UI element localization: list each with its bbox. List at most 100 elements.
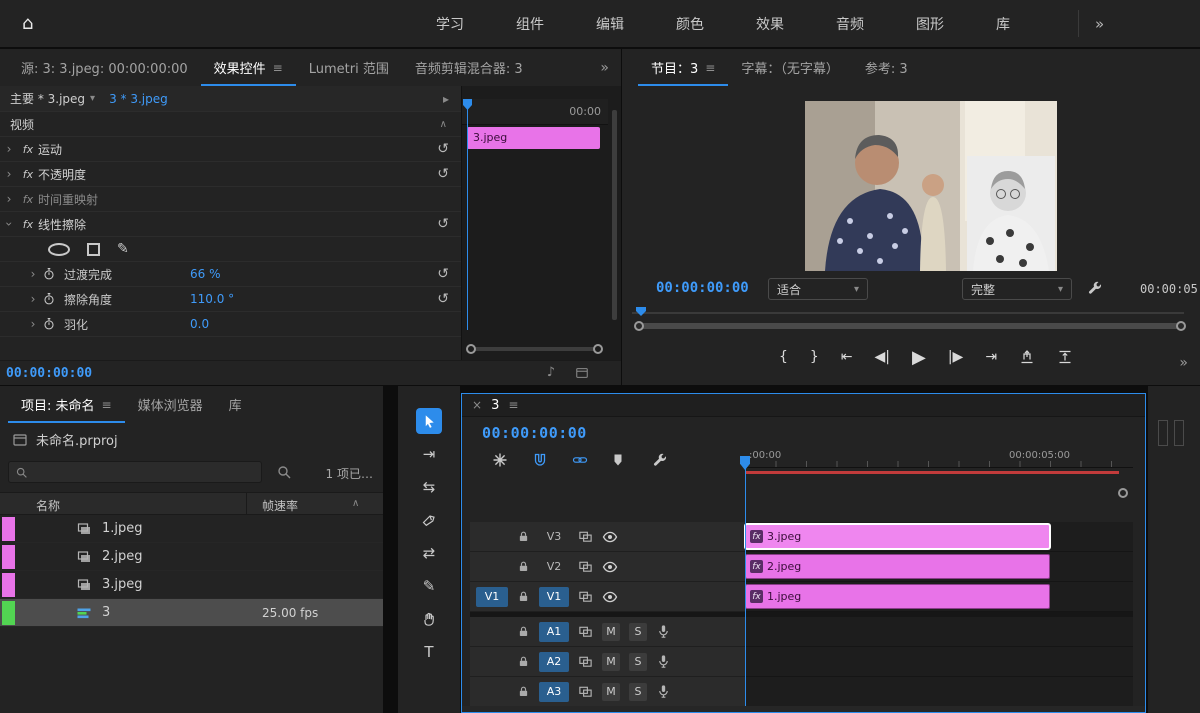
timeline-vscroll-handle[interactable] [1118, 488, 1128, 498]
linked-selection-icon[interactable] [572, 452, 588, 468]
sync-lock-icon[interactable] [578, 624, 593, 639]
scrollbar-track[interactable] [470, 347, 599, 351]
mute-button[interactable]: M [602, 653, 620, 671]
export-frame-icon[interactable] [575, 366, 589, 380]
column-name[interactable]: 名称 [36, 497, 60, 514]
source-patch-empty[interactable] [476, 652, 508, 672]
column-framerate[interactable]: 帧速率 [262, 497, 298, 514]
track-select-v1[interactable]: V1 [539, 587, 569, 607]
chevron-right-icon[interactable]: › [24, 267, 42, 281]
timeline-tab-label[interactable]: 3 [491, 398, 499, 413]
chevron-right-icon[interactable]: › [0, 167, 18, 181]
snap-magnet-icon[interactable] [532, 452, 548, 468]
rect-mask-icon[interactable] [87, 243, 100, 256]
project-row-3jpeg[interactable]: 3.jpeg [0, 571, 383, 599]
extract-button[interactable] [1057, 349, 1073, 365]
panel-menu-icon[interactable]: ≡ [273, 61, 283, 75]
zoom-handle-left[interactable] [634, 321, 644, 331]
effect-row-time-remap[interactable]: › fx 时间重映射 [0, 187, 461, 212]
sync-lock-icon[interactable] [578, 559, 593, 574]
timeline-timecode[interactable]: 00:00:00:00 [482, 424, 587, 442]
zoom-level-select[interactable]: 适合 ▾ [768, 278, 868, 300]
eye-icon[interactable] [602, 559, 618, 575]
track-select-v2[interactable]: V2 [539, 557, 569, 577]
mic-icon[interactable] [656, 624, 671, 639]
label-color-swatch[interactable] [2, 601, 15, 625]
pen-tool[interactable]: ✎ [416, 573, 442, 599]
mute-button[interactable]: M [602, 683, 620, 701]
label-color-swatch[interactable] [2, 517, 15, 541]
play-button[interactable]: ▶ [912, 347, 926, 368]
master-clip-label[interactable]: 主要 * 3.jpeg [10, 90, 85, 107]
play-audio-icon[interactable]: ♪ [547, 365, 555, 380]
solo-button[interactable]: S [629, 623, 647, 641]
track-select-a1[interactable]: A1 [539, 622, 569, 642]
track-content-v2[interactable]: fx 2.jpeg [745, 552, 1133, 582]
workspace-graphics[interactable]: 图形 [890, 14, 970, 34]
mini-vertical-scrollbar[interactable] [612, 110, 617, 320]
lock-icon[interactable] [517, 560, 530, 573]
sync-lock-icon[interactable] [578, 654, 593, 669]
clip-1jpeg[interactable]: fx 1.jpeg [745, 584, 1050, 609]
lock-icon[interactable] [517, 625, 530, 638]
panel-menu-icon[interactable]: ≡ [102, 398, 112, 412]
add-marker-icon[interactable] [610, 452, 626, 468]
source-patch-empty[interactable] [476, 557, 508, 577]
search-bin-icon[interactable] [276, 464, 292, 480]
type-tool[interactable]: T [416, 639, 442, 665]
playhead-line[interactable] [745, 468, 746, 706]
hand-tool[interactable] [416, 606, 442, 632]
tab-media-browser[interactable]: 媒体浏览器 [125, 386, 216, 423]
selection-tool[interactable] [416, 408, 442, 434]
track-header-a3[interactable]: A3 M S [470, 677, 745, 707]
transport-overflow-icon[interactable]: » [1179, 355, 1188, 371]
track-header-a2[interactable]: A2 M S [470, 647, 745, 677]
scrubber-track[interactable] [632, 312, 1184, 314]
collapse-icon[interactable]: ∧ [440, 119, 447, 130]
param-row-wipe-angle[interactable]: › 擦除角度 110.0 ° ↺ [0, 287, 461, 312]
tab-lumetri-scopes[interactable]: Lumetri 范围 [296, 49, 402, 86]
mark-in-button[interactable]: { [779, 349, 788, 365]
slip-tool[interactable]: ⇄ [416, 540, 442, 566]
project-row-sequence-3[interactable]: 3 25.00 fps [0, 599, 383, 627]
clip-2jpeg[interactable]: fx 2.jpeg [745, 554, 1050, 579]
effect-row-linear-wipe[interactable]: › fx 线性擦除 ↺ [0, 212, 461, 237]
sync-lock-icon[interactable] [578, 684, 593, 699]
param-row-feather[interactable]: › 羽化 0.0 [0, 312, 461, 337]
show-timeline-icon[interactable]: ▸ [443, 92, 449, 106]
track-content-a3[interactable] [745, 677, 1133, 707]
reset-param-icon[interactable]: ↺ [437, 291, 449, 307]
track-header-v2[interactable]: V2 [470, 552, 745, 582]
effect-row-opacity[interactable]: › fx 不透明度 ↺ [0, 162, 461, 187]
lock-icon[interactable] [517, 590, 530, 603]
workspace-assembly[interactable]: 组件 [490, 14, 570, 34]
source-patch-empty[interactable] [476, 622, 508, 642]
stopwatch-icon[interactable] [42, 267, 56, 281]
program-zoom-bar[interactable] [634, 321, 1186, 331]
chevron-right-icon[interactable]: › [0, 142, 18, 156]
chevron-expanded-icon[interactable]: › [2, 215, 16, 233]
tab-effect-controls[interactable]: 效果控件 ≡ [201, 49, 296, 86]
item-name[interactable]: 3.jpeg [102, 577, 143, 592]
effect-controls-timecode[interactable]: 00:00:00:00 [6, 366, 92, 381]
mute-button[interactable]: M [602, 623, 620, 641]
source-patch-empty[interactable] [476, 527, 508, 547]
project-row-2jpeg[interactable]: 2.jpeg [0, 543, 383, 571]
workspace-edit[interactable]: 编辑 [570, 14, 650, 34]
tab-overflow-icon[interactable]: » [600, 60, 609, 76]
param-row-transition[interactable]: › 过渡完成 66 % ↺ [0, 262, 461, 287]
track-content-a1[interactable] [745, 617, 1133, 647]
solo-button[interactable]: S [629, 653, 647, 671]
lift-button[interactable] [1019, 349, 1035, 365]
project-row-1jpeg[interactable]: 1.jpeg [0, 515, 383, 543]
linked-clip-label[interactable]: 3 * 3.jpeg [109, 92, 168, 106]
tab-project[interactable]: 项目: 未命名 ≡ [8, 386, 125, 423]
mini-timeline-clip[interactable]: 3.jpeg [467, 127, 600, 149]
scrubber-playhead-icon[interactable] [636, 307, 646, 316]
zoom-handle-right[interactable] [1176, 321, 1186, 331]
workspace-libraries[interactable]: 库 [970, 14, 1036, 34]
label-color-swatch[interactable] [2, 573, 15, 597]
project-search-box[interactable] [8, 461, 262, 483]
reset-effect-icon[interactable]: ↺ [437, 141, 449, 157]
source-patch-v1[interactable]: V1 [476, 587, 508, 607]
